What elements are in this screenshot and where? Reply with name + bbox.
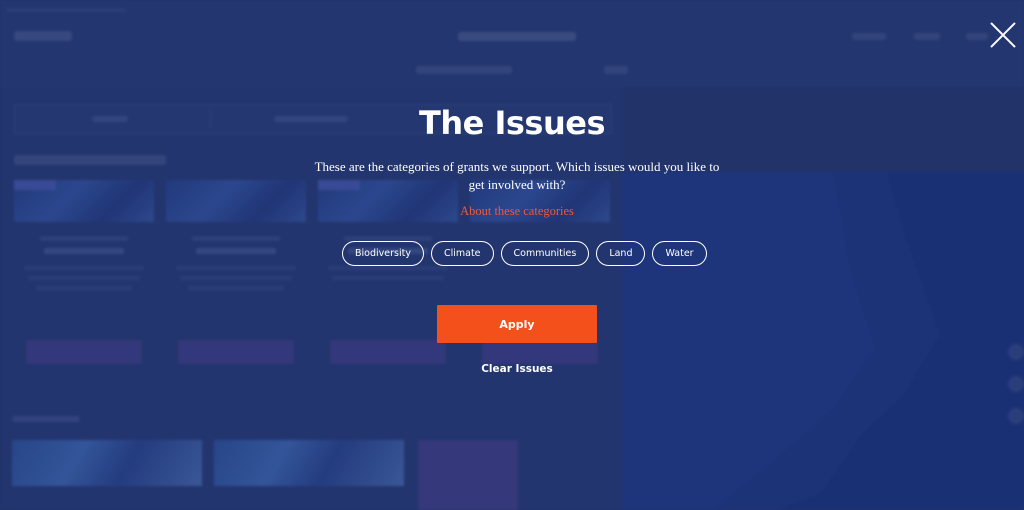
about-categories-link[interactable]: About these categories xyxy=(0,204,1024,219)
chip-communities[interactable]: Communities xyxy=(500,241,590,266)
modal-description: These are the categories of grants we su… xyxy=(314,159,720,192)
chip-water[interactable]: Water xyxy=(652,241,707,266)
chip-land[interactable]: Land xyxy=(596,241,646,266)
issue-chips: Biodiversity Climate Communities Land Wa… xyxy=(342,241,707,266)
chip-biodiversity[interactable]: Biodiversity xyxy=(342,241,424,266)
close-icon[interactable] xyxy=(990,22,1016,48)
clear-issues-button[interactable]: Clear Issues xyxy=(0,363,1024,375)
chip-climate[interactable]: Climate xyxy=(430,241,494,266)
apply-button[interactable]: Apply xyxy=(437,305,597,343)
modal-title: The Issues xyxy=(419,104,605,142)
